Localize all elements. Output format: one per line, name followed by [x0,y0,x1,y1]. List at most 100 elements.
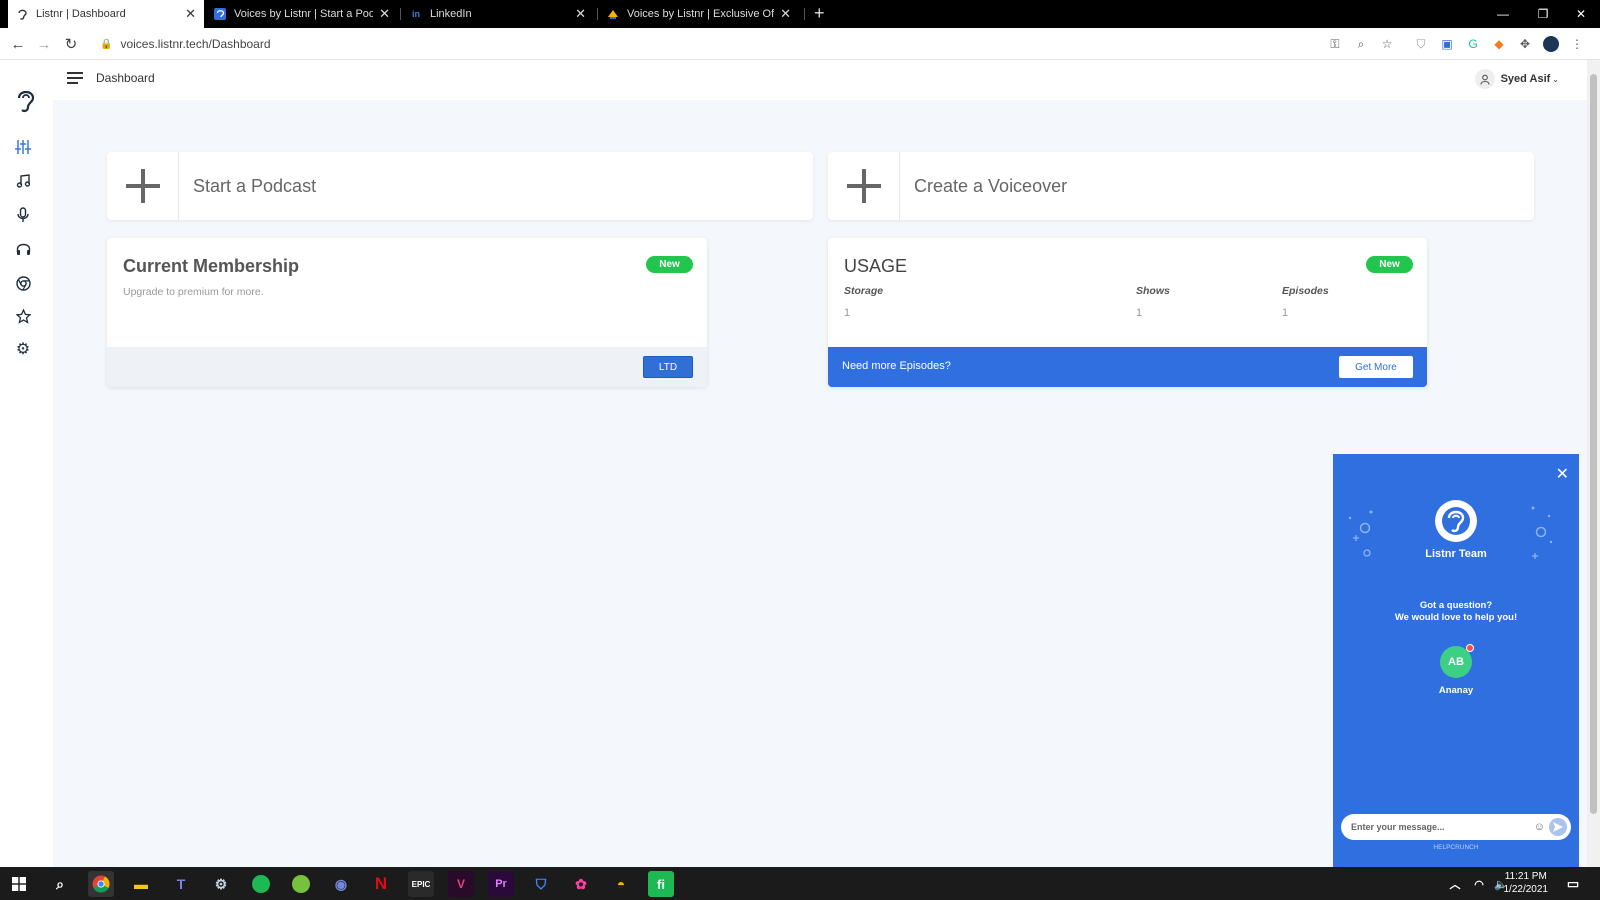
utorrent-icon[interactable] [288,871,314,897]
steam-icon[interactable]: ⚙ [208,871,234,897]
new-badge: New [646,256,693,273]
discord-icon[interactable]: ◉ [328,871,354,897]
shield-extension-icon[interactable]: ⛉ [1412,35,1430,53]
tab-voices-exclusive-offer[interactable]: Voices by Listnr | Exclusive Offer ✕ [599,0,799,28]
browser-toolbar: ← → ↻ 🔒 voices.listnr.tech/Dashboard ⚿ ⌕… [0,28,1600,60]
tab-voices-start-podcast[interactable]: Voices by Listnr | Start a Podcast ✕ [206,0,398,28]
episodes-value: 1 [1282,307,1289,319]
episodes-label: Episodes [1282,285,1329,297]
chevron-down-icon: ⌄ [1552,74,1559,84]
vegas-icon[interactable]: V [448,871,474,897]
extension-icon[interactable]: ▣ [1438,35,1456,53]
shows-value: 1 [1136,307,1143,319]
headphones-icon[interactable] [12,238,34,260]
bookmark-star-icon[interactable]: ☆ [1378,35,1396,53]
usage-title: USAGE [844,256,908,276]
storage-value: 1 [844,307,851,319]
close-tab-icon[interactable]: ✕ [379,6,390,22]
chrome-icon[interactable] [12,272,34,294]
plus-icon [107,152,179,220]
user-menu[interactable]: Syed Asif ⌄ [1474,69,1559,89]
clock-date: 1/22/2021 [1503,884,1549,895]
reload-icon[interactable]: ↻ [61,34,81,54]
usage-card: USAGE New Storage 1 Shows 1 Episodes 1 N… [828,238,1427,387]
tab-title: Voices by Listnr | Exclusive Offer [627,8,775,20]
close-window-icon[interactable]: ✕ [1558,0,1600,28]
emoji-icon[interactable]: ☺ [1534,821,1545,833]
back-arrow-icon[interactable]: ← [8,34,28,54]
windows-start-icon[interactable] [6,871,32,897]
tab-separator [400,8,401,20]
agent-name: Ananay [1438,685,1474,696]
close-tab-icon[interactable]: ✕ [575,6,586,22]
file-explorer-icon[interactable]: ▬ [128,871,154,897]
netflix-icon[interactable]: N [368,871,394,897]
fiverr-icon[interactable]: fi [648,871,674,897]
puzzle-extensions-icon[interactable]: ✥ [1516,35,1534,53]
creative-app-icon[interactable]: ✿ [568,871,594,897]
address-bar[interactable]: 🔒 voices.listnr.tech/Dashboard [92,31,1402,57]
profile-avatar-icon[interactable] [1542,35,1560,53]
app-header: Dashboard Syed Asif ⌄ [53,60,1587,100]
send-icon[interactable] [1549,818,1567,836]
microphone-icon[interactable] [12,204,34,226]
tray-chevron-up-icon[interactable]: ︿ [1442,871,1468,897]
listnr-logo-icon[interactable] [13,88,39,114]
listnr-ear-icon [16,8,28,20]
epic-games-icon[interactable]: EPIC [408,871,434,897]
plus-icon [828,152,900,220]
mixer-sliders-icon[interactable] [12,136,34,158]
listnr-favicon-icon [214,8,226,20]
music-note-icon[interactable] [12,170,34,192]
notifications-icon[interactable]: ▭ [1560,871,1586,897]
tab-title: LinkedIn [430,8,472,20]
star-icon[interactable] [12,305,34,327]
premiere-pro-icon[interactable]: Pr [488,871,514,897]
ltd-button[interactable]: LTD [643,356,693,378]
grammarly-icon[interactable]: G [1464,35,1482,53]
tab-title: Voices by Listnr | Start a Podcast [234,8,374,20]
close-tab-icon[interactable]: ✕ [780,6,791,22]
page-scrollbar[interactable] [1587,60,1600,867]
system-clock[interactable]: 11:21 PM 1/22/2021 [1504,870,1549,896]
close-tab-icon[interactable]: ✕ [185,6,196,22]
browser-menu-icon[interactable]: ⋮ [1568,35,1586,53]
tab-linkedin[interactable]: in LinkedIn ✕ [402,0,594,28]
membership-card: Current Membership Upgrade to premium fo… [107,238,707,387]
menu-hamburger-icon[interactable] [67,72,83,84]
chrome-taskbar-icon[interactable] [88,871,114,897]
spotify-icon[interactable] [248,871,274,897]
new-tab-button[interactable]: + [814,4,825,22]
chat-input-placeholder: Enter your message... [1351,822,1445,832]
chat-message-input[interactable]: Enter your message... ☺ [1341,814,1571,840]
origin-icon[interactable]: ◓ [608,871,634,897]
settings-gear-icon[interactable]: ⚙ [12,338,34,360]
page-title: Dashboard [96,71,155,85]
tab-title: Listnr | Dashboard [36,8,126,20]
start-podcast-label: Start a Podcast [193,175,317,196]
new-badge: New [1366,256,1413,273]
get-more-button[interactable]: Get More [1339,356,1413,378]
linkedin-icon: in [412,9,420,19]
membership-footer: LTD [107,347,707,387]
scrollbar-thumb[interactable] [1590,74,1597,814]
tab-listnr-dashboard[interactable]: Listnr | Dashboard ✕ [8,0,204,28]
teams-icon[interactable]: T [168,871,194,897]
vpn-shield-icon[interactable]: ⛉ [528,871,554,897]
lock-icon: 🔒 [100,38,113,50]
key-icon[interactable]: ⚿ [1326,35,1344,53]
tab-separator [597,8,598,20]
zoom-icon[interactable]: ⌕ [1352,35,1370,53]
offer-favicon-icon [607,8,619,20]
storage-label: Storage [844,285,884,297]
honey-extension-icon[interactable]: ◆ [1490,35,1508,53]
start-podcast-card[interactable]: Start a Podcast [107,152,813,220]
forward-arrow-icon[interactable]: → [34,34,54,54]
membership-title: Current Membership [123,256,300,276]
close-chat-icon[interactable]: ✕ [1556,464,1569,484]
search-icon[interactable]: ⌕ [47,871,73,897]
url-text: voices.listnr.tech/Dashboard [120,37,271,51]
create-voiceover-card[interactable]: Create a Voiceover [828,152,1534,220]
agent-online-dot [1466,644,1474,652]
usage-storage: Storage 1 [844,285,883,319]
